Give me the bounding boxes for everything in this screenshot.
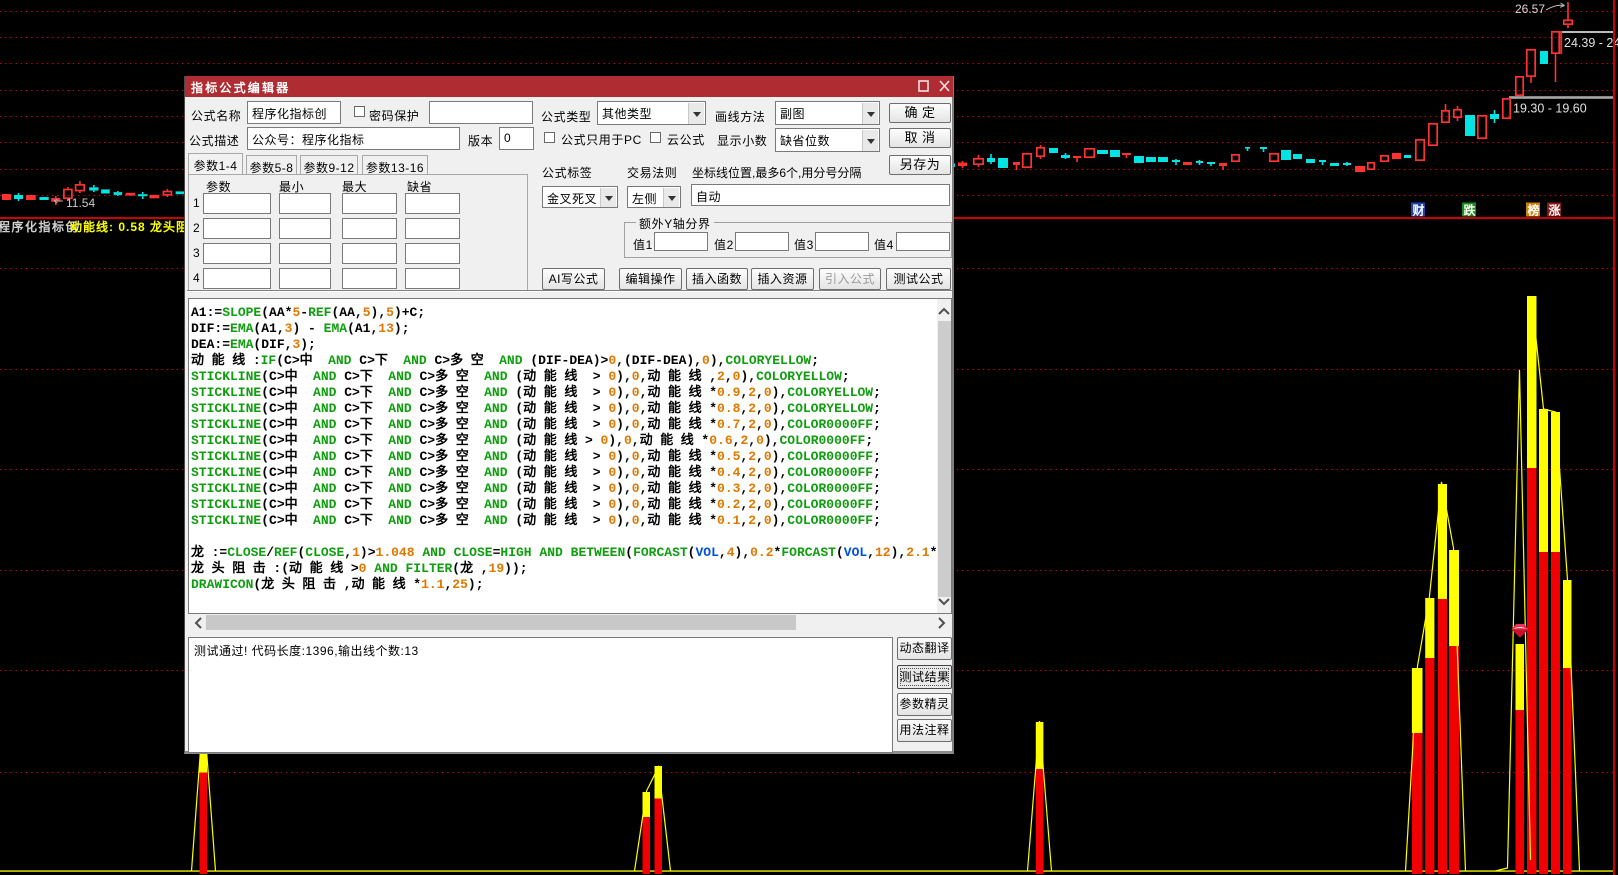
svg-text:程序化指标创: 程序化指标创 (0, 219, 79, 234)
svg-text:榜: 榜 (1528, 203, 1540, 218)
svg-text:26.57: 26.57 (1515, 2, 1545, 16)
svg-text:财: 财 (1412, 203, 1425, 218)
svg-text:19.30 - 19.60: 19.30 - 19.60 (1513, 102, 1587, 116)
svg-text:涨: 涨 (1549, 203, 1561, 218)
svg-text:动能线: 0.58 龙头阻击: 动能线: 0.58 龙头阻击 (70, 219, 202, 234)
svg-text:24.39 - 24: 24.39 - 24 (1564, 36, 1618, 50)
svg-text:11.54: 11.54 (66, 196, 95, 210)
svg-text:跌: 跌 (1464, 203, 1477, 218)
